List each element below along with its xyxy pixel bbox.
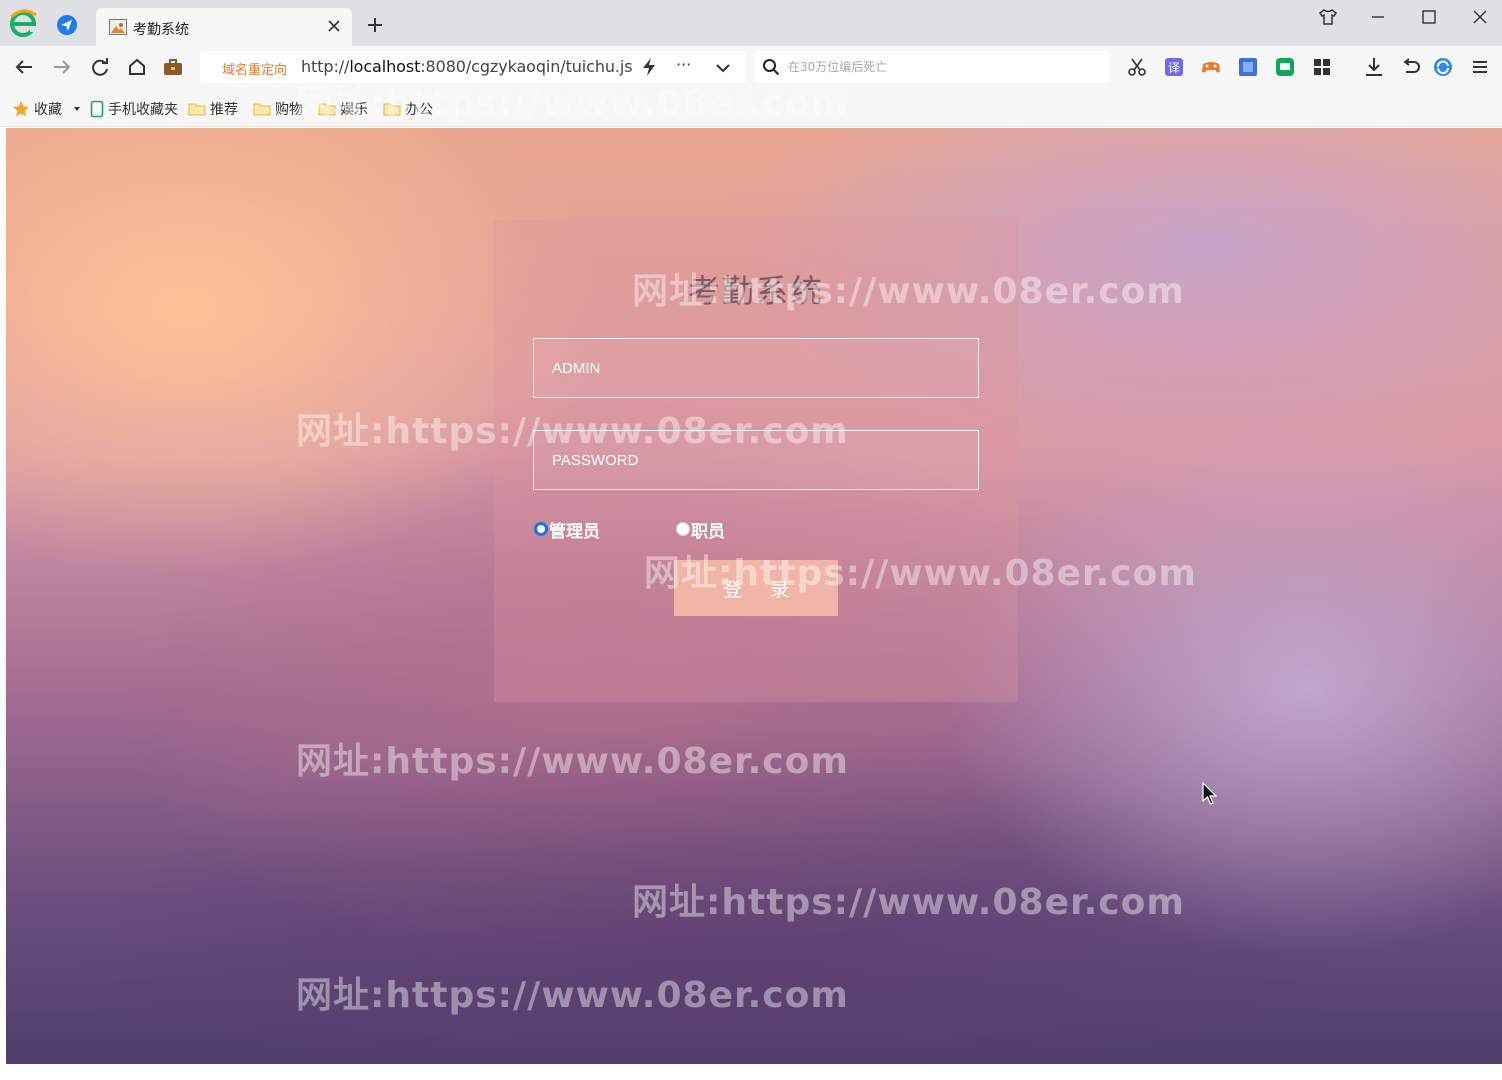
bookmark-folder-entertainment[interactable]: 娱乐 xyxy=(318,99,368,119)
search-icon[interactable] xyxy=(762,58,780,76)
home-icon[interactable] xyxy=(126,56,148,78)
bookmark-favorites[interactable]: 收藏 xyxy=(12,99,86,119)
bookmark-folder-shopping[interactable]: 购物 xyxy=(253,99,303,119)
tab-close-icon[interactable] xyxy=(326,18,342,34)
search-input[interactable] xyxy=(788,56,1100,78)
password-input[interactable] xyxy=(534,431,978,489)
chevron-down-icon[interactable] xyxy=(714,59,732,77)
reader-app-icon[interactable] xyxy=(1274,56,1296,78)
login-card: 考勤系统 管理员 职员 登录 xyxy=(494,220,1018,702)
folder-icon xyxy=(253,103,271,116)
role-staff-label: 职员 xyxy=(691,521,725,542)
bookmark-label: 收藏 xyxy=(34,102,62,118)
login-page: 考勤系统 管理员 职员 登录 xyxy=(6,128,1502,1064)
reload-icon[interactable] xyxy=(89,56,111,78)
game-controller-icon[interactable] xyxy=(1200,56,1222,78)
mouse-cursor-icon xyxy=(1202,782,1218,805)
address-bar[interactable]: 域名重定向 http://localhost:8080/cgzykaoqin/t… xyxy=(200,51,746,83)
apps-grid-icon[interactable] xyxy=(1311,56,1333,78)
bookmark-label: 办公 xyxy=(405,102,433,118)
page-bottom-strip xyxy=(0,1064,1502,1080)
caret-down-icon[interactable] xyxy=(72,104,82,114)
bookmark-label: 推荐 xyxy=(210,102,238,118)
window-close-icon[interactable] xyxy=(1471,8,1489,26)
briefcase-icon[interactable] xyxy=(162,56,184,78)
back-icon[interactable] xyxy=(13,56,35,78)
username-input[interactable] xyxy=(534,339,978,397)
browser-logo-icon[interactable] xyxy=(8,8,38,38)
star-icon xyxy=(13,101,29,117)
bookmark-label: 娱乐 xyxy=(340,102,368,118)
username-field[interactable] xyxy=(533,338,979,398)
scissors-icon[interactable] xyxy=(1126,56,1148,78)
minimize-icon[interactable] xyxy=(1369,8,1387,26)
more-options-button[interactable]: ··· xyxy=(676,55,691,74)
bookmark-folder-recommend[interactable]: 推荐 xyxy=(188,99,238,119)
radio-selected-icon[interactable] xyxy=(534,522,548,536)
folder-icon xyxy=(318,103,336,116)
folder-icon xyxy=(188,103,206,116)
browser-sync-icon[interactable] xyxy=(1432,56,1454,78)
mobile-phone-icon xyxy=(90,100,104,118)
tab-favicon-icon xyxy=(109,19,127,35)
browser-tab-strip: 考勤系统 xyxy=(0,0,1502,46)
role-admin-radio[interactable]: 管理员 xyxy=(534,518,600,542)
download-icon[interactable] xyxy=(1363,56,1385,78)
password-field[interactable] xyxy=(533,430,979,490)
forward-icon[interactable] xyxy=(51,56,73,78)
send-extension-icon[interactable] xyxy=(56,14,78,36)
menu-icon[interactable] xyxy=(1469,56,1491,78)
maximize-icon[interactable] xyxy=(1420,8,1438,26)
new-tab-icon[interactable] xyxy=(366,16,384,34)
translate-icon[interactable]: 译 xyxy=(1163,56,1185,78)
role-admin-label: 管理员 xyxy=(549,521,600,542)
screenshot-tool-icon[interactable] xyxy=(1237,56,1259,78)
browser-toolbar: 域名重定向 http://localhost:8080/cgzykaoqin/t… xyxy=(0,46,1502,90)
bookmark-label: 购物 xyxy=(275,102,303,118)
bookmark-folder-office[interactable]: 办公 xyxy=(383,99,433,119)
role-staff-radio[interactable]: 职员 xyxy=(676,518,725,542)
bookmarks-bar: 收藏 手机收藏夹 推荐 购物 娱乐 办公 xyxy=(0,90,1502,127)
bookmark-label: 手机收藏夹 xyxy=(108,102,178,118)
address-url[interactable]: http://localhost:8080/cgzykaoqin/tuichu.… xyxy=(301,57,633,76)
skin-shirt-icon[interactable] xyxy=(1318,7,1338,27)
lightning-icon[interactable] xyxy=(640,57,658,77)
login-title: 考勤系统 xyxy=(687,272,824,310)
active-tab[interactable]: 考勤系统 xyxy=(96,8,352,46)
search-box[interactable] xyxy=(754,51,1110,83)
svg-text:译: 译 xyxy=(1168,61,1180,75)
folder-icon xyxy=(383,103,401,116)
redirect-badge[interactable]: 域名重定向 xyxy=(222,59,287,78)
radio-unselected-icon[interactable] xyxy=(676,522,690,536)
tab-title: 考勤系统 xyxy=(133,22,189,38)
login-button[interactable]: 登录 xyxy=(674,560,838,616)
bookmark-mobile-favorites[interactable]: 手机收藏夹 xyxy=(90,99,178,119)
undo-icon[interactable] xyxy=(1400,56,1422,78)
